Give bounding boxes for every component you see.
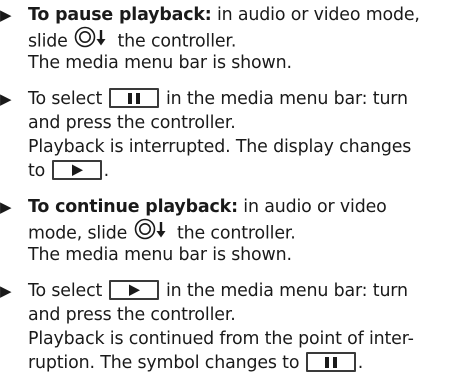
item-2-result-2: to . [28, 159, 109, 183]
item-1-line-1: ▶ To pause playback: in audio or video mo… [0, 3, 420, 27]
item-1-line-2: slide the controller. [28, 26, 237, 52]
item-1-text: in audio or video mode, [216, 5, 420, 25]
item-4-result-1: Playback is continued from the point of … [28, 329, 414, 349]
item-2-result-2b: . [103, 161, 110, 181]
item-2-text-1b: in the media menu bar: turn [165, 89, 408, 109]
pause-button-symbol [108, 88, 159, 108]
item-3-lead: To continue playback: [28, 197, 238, 217]
instruction-page: ▶ To pause playback: in audio or video mo… [0, 0, 465, 380]
item-3-text-2a: mode, slide [28, 223, 128, 244]
triangle-bullet-icon: ▶ [0, 90, 12, 108]
triangle-bullet-icon: ▶ [0, 282, 12, 300]
pause-icon [127, 93, 140, 104]
item-1-text-2a: slide [28, 31, 68, 52]
item-2-result-2a: to [28, 161, 46, 181]
item-3-text: in audio or video [243, 197, 387, 217]
item-3-line-2: mode, slide the controller. [28, 218, 296, 244]
play-button-symbol [108, 280, 159, 300]
item-4-result-2b: . [357, 353, 364, 373]
item-4-line-2: and press the controller. [28, 305, 236, 325]
item-1-lead: To pause playback: [28, 5, 212, 25]
item-3-line-1: ▶ To continue playback: in audio or video [0, 195, 387, 219]
item-2-result-1: Playback is interrupted. The display cha… [28, 137, 412, 157]
item-2-text-1a: To select [28, 89, 103, 109]
item-1-text-2b: the controller. [117, 31, 237, 52]
play-icon [128, 284, 140, 296]
triangle-bullet-icon: ▶ [0, 198, 12, 216]
item-3-result: The media menu bar is shown. [28, 245, 292, 265]
pause-icon [324, 357, 337, 368]
play-icon [71, 164, 83, 176]
triangle-bullet-icon: ▶ [0, 6, 12, 24]
item-4-result-2a: ruption. The symbol changes to [28, 353, 300, 373]
item-3-text-2b: the controller. [176, 223, 296, 244]
item-4-text-1a: To select [28, 281, 103, 301]
item-4-result-2: ruption. The symbol changes to . [28, 351, 363, 375]
item-4-text-1b: in the media menu bar: turn [165, 281, 408, 301]
pause-button-symbol [305, 352, 356, 372]
item-4-line-1: ▶ To select in the media menu bar: turn [0, 279, 408, 303]
play-button-symbol [51, 160, 102, 180]
item-1-result: The media menu bar is shown. [28, 53, 292, 73]
item-2-line-1: ▶ To select in the media menu bar: turn [0, 87, 408, 111]
item-2-line-2: and press the controller. [28, 113, 236, 133]
